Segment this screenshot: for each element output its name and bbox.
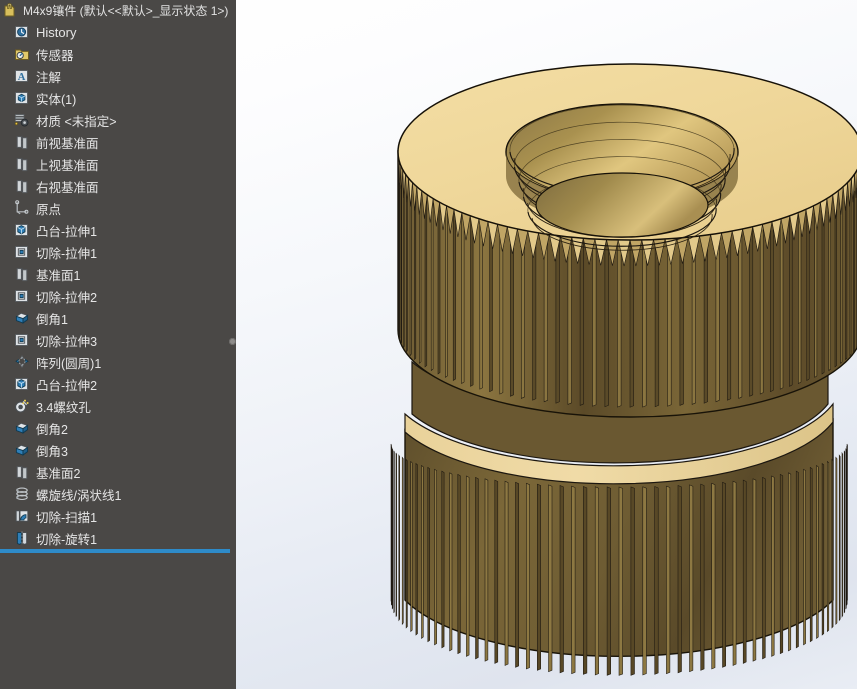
boss-extrude-icon [14, 376, 30, 392]
material-icon [14, 112, 30, 128]
tree-item-1[interactable]: 传感器 [0, 43, 236, 65]
tree-item-13[interactable]: 倒角1 [0, 307, 236, 329]
tree-item-3[interactable]: 实体(1) [0, 87, 236, 109]
tree-item-label: 3.4螺纹孔 [36, 400, 91, 415]
tree-item-label: 凸台-拉伸2 [36, 378, 98, 393]
part-document-icon [3, 2, 19, 19]
svg-text:A: A [18, 72, 26, 83]
solid-bodies-icon [14, 90, 30, 106]
boss-extrude-icon [14, 222, 30, 238]
sensors-icon [14, 46, 30, 62]
tree-item-5[interactable]: 前视基准面 [0, 131, 236, 153]
cut-revolve-icon [14, 530, 30, 546]
tree-item-label: 切除-扫描1 [36, 510, 98, 525]
cut-sweep-icon [14, 508, 30, 524]
tree-item-label: 阵列(圆周)1 [36, 356, 102, 371]
annotations-icon: A [14, 68, 30, 84]
tree-item-22[interactable]: 切除-扫描1 [0, 505, 236, 527]
tree-item-7[interactable]: 右视基准面 [0, 175, 236, 197]
plane-icon [14, 156, 30, 172]
helix-icon [14, 486, 30, 502]
tree-item-label: 基准面1 [36, 268, 81, 283]
tree-item-label: 传感器 [36, 48, 74, 63]
plane-icon [14, 178, 30, 194]
tree-item-label: 螺旋线/涡状线1 [36, 488, 122, 503]
plane-icon [14, 266, 30, 282]
tree-item-label: 基准面2 [36, 466, 81, 481]
tree-item-20[interactable]: 基准面2 [0, 461, 236, 483]
chamfer-icon [14, 310, 30, 326]
threaded-bore [505, 103, 739, 251]
tree-item-8[interactable]: 原点 [0, 197, 236, 219]
tree-item-12[interactable]: 切除-拉伸2 [0, 285, 236, 307]
tree-item-6[interactable]: 上视基准面 [0, 153, 236, 175]
tree-item-9[interactable]: 凸台-拉伸1 [0, 219, 236, 241]
tree-item-label: 前视基准面 [36, 136, 99, 151]
tree-item-10[interactable]: 切除-拉伸1 [0, 241, 236, 263]
tree-item-label: 凸台-拉伸1 [36, 224, 98, 239]
chamfer-icon [14, 420, 30, 436]
tree-item-17[interactable]: 3.4螺纹孔 [0, 395, 236, 417]
feature-manager-panel[interactable]: M4x9镶件 (默认<<默认>_显示状态 1>) History 传感器 A 注解实体… [0, 0, 236, 689]
tree-item-23[interactable]: 切除-旋转1 [0, 527, 236, 549]
tree-item-15[interactable]: 阵列(圆周)1 [0, 351, 236, 373]
tree-item-14[interactable]: 切除-拉伸3 [0, 329, 236, 351]
tree-item-label: 切除-拉伸3 [36, 334, 98, 349]
origin-icon [14, 200, 30, 216]
tree-item-19[interactable]: 倒角3 [0, 439, 236, 461]
panel-splitter[interactable] [228, 323, 236, 363]
tree-item-label: History [36, 24, 77, 40]
tree-item-label: 注解 [36, 70, 62, 85]
rollback-bar[interactable] [0, 549, 230, 553]
chamfer-icon [14, 442, 30, 458]
tree-item-label: 倒角2 [36, 422, 68, 437]
tree-item-label: 原点 [36, 202, 62, 217]
tree-item-label: 上视基准面 [36, 158, 99, 173]
hole-wizard-icon [14, 398, 30, 414]
cut-extrude-icon [14, 332, 30, 348]
tree-item-label: 倒角3 [36, 444, 68, 459]
document-title-row[interactable]: M4x9镶件 (默认<<默认>_显示状态 1>) [0, 0, 236, 21]
tree-item-label: 倒角1 [36, 312, 68, 327]
feature-tree[interactable]: History 传感器 A 注解实体(1) 材质 <未指定> 前视基准面上视基准面右视基准… [0, 21, 236, 549]
plane-icon [14, 464, 30, 480]
tree-item-4[interactable]: 材质 <未指定> [0, 109, 236, 131]
tree-item-0[interactable]: History [0, 21, 236, 43]
tree-item-11[interactable]: 基准面1 [0, 263, 236, 285]
tree-item-label: 切除-旋转1 [36, 532, 98, 547]
circular-pattern-icon [14, 354, 30, 370]
tree-item-label: 实体(1) [36, 92, 77, 107]
tree-item-21[interactable]: 螺旋线/涡状线1 [0, 483, 236, 505]
cut-extrude-icon [14, 244, 30, 260]
tree-item-label: 右视基准面 [36, 180, 99, 195]
history-icon [14, 24, 30, 40]
tree-item-16[interactable]: 凸台-拉伸2 [0, 373, 236, 395]
document-title: M4x9镶件 (默认<<默认>_显示状态 1>) [23, 4, 229, 18]
plane-icon [14, 134, 30, 150]
solidworks-window: M4x9镶件 (默认<<默认>_显示状态 1>) History 传感器 A 注解实体… [0, 0, 857, 689]
tree-item-2[interactable]: A 注解 [0, 65, 236, 87]
cut-extrude-icon [14, 288, 30, 304]
panel-splitter-handle[interactable] [229, 338, 236, 345]
tree-item-label: 切除-拉伸2 [36, 290, 98, 305]
tree-item-label: 材质 <未指定> [36, 114, 117, 129]
tree-item-label: 切除-拉伸1 [36, 246, 98, 261]
tree-item-18[interactable]: 倒角2 [0, 417, 236, 439]
